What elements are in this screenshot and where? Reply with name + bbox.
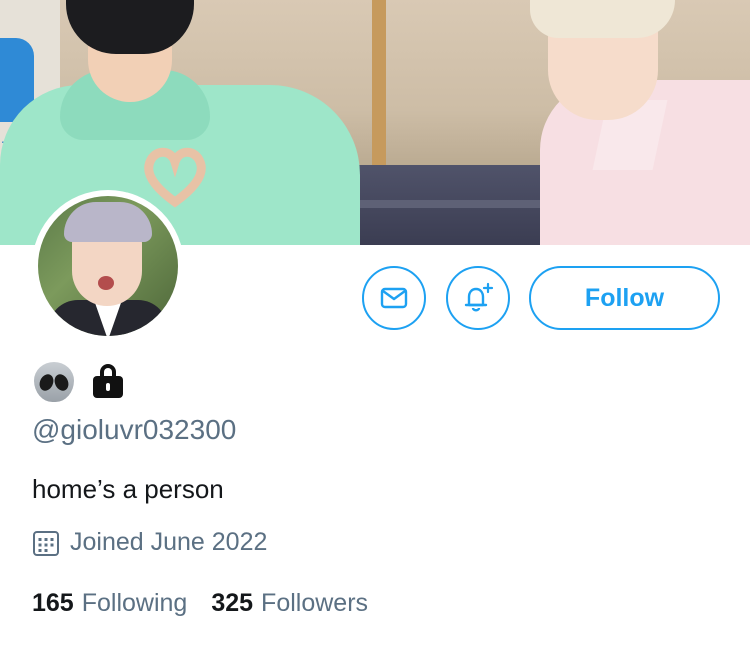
calendar-icon <box>33 530 59 556</box>
profile-avatar[interactable] <box>32 190 184 342</box>
lock-icon <box>92 364 124 400</box>
avatar-mouth <box>98 276 114 290</box>
followers-count: 325 <box>211 589 254 617</box>
following-link[interactable]: 165 Following <box>32 589 187 618</box>
banner-person-left-hat <box>66 0 194 54</box>
profile-bio: home’s a person <box>32 474 224 504</box>
followers-label: Followers <box>261 589 369 617</box>
following-label: Following <box>81 589 188 617</box>
notifications-button[interactable] <box>446 266 510 330</box>
profile-handle: @gioluvr032300 <box>32 414 237 445</box>
banner-person-right-hair <box>530 0 675 38</box>
avatar-photo <box>38 196 178 336</box>
joined-date: Joined June 2022 <box>32 528 267 557</box>
followers-link[interactable]: 325 Followers <box>211 589 368 618</box>
bell-plus-icon <box>464 282 494 312</box>
alien-emoji-icon <box>34 362 74 402</box>
message-button[interactable] <box>362 266 426 330</box>
joined-date-text: Joined June 2022 <box>70 528 268 556</box>
follow-stats: 165 Following 325 Followers <box>32 589 368 618</box>
following-count: 165 <box>32 589 74 617</box>
display-name <box>34 362 124 402</box>
follow-button[interactable]: Follow <box>529 266 720 330</box>
envelope-icon <box>380 287 408 309</box>
avatar-hair <box>64 202 152 242</box>
banner-pole <box>372 0 386 170</box>
banner-heart-hands <box>144 147 206 208</box>
